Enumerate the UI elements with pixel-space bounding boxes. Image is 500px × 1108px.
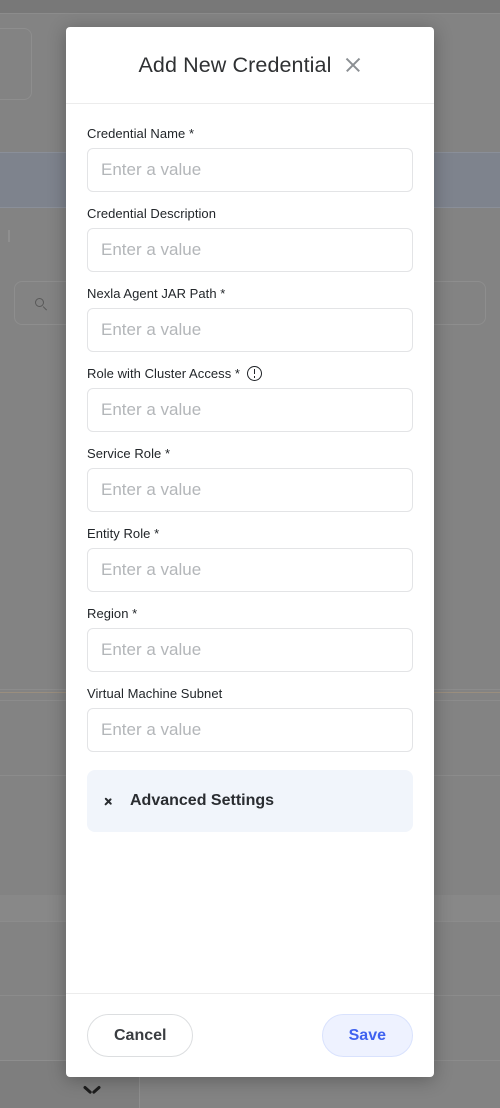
label-text: Entity Role *	[87, 526, 160, 541]
form-field-region: Region *	[87, 606, 413, 672]
dialog-footer: Cancel Save	[66, 993, 434, 1077]
label-role-with-cluster-access: Role with Cluster Access *	[87, 366, 413, 381]
advanced-settings-toggle[interactable]: Advanced Settings	[87, 770, 413, 832]
input-entity-role[interactable]	[87, 548, 413, 592]
form-field-credential-description: Credential Description	[87, 206, 413, 272]
input-nexla-agent-jar-path[interactable]	[87, 308, 413, 352]
background-panel-card	[0, 28, 32, 100]
chevron-right-icon	[105, 794, 114, 809]
label-text: Nexla Agent JAR Path *	[87, 286, 226, 301]
label-credential-name: Credential Name *	[87, 126, 413, 141]
chevron-down-icon	[84, 1085, 100, 1094]
background-topbar	[0, 0, 500, 14]
search-icon	[35, 298, 48, 311]
form-field-role-with-cluster-access: Role with Cluster Access *	[87, 366, 413, 432]
label-text: Service Role *	[87, 446, 171, 461]
form-field-entity-role: Entity Role *	[87, 526, 413, 592]
info-icon[interactable]	[247, 366, 263, 381]
label-text: Virtual Machine Subnet	[87, 686, 223, 701]
save-button[interactable]: Save	[321, 1014, 413, 1057]
label-text: Credential Name *	[87, 126, 195, 141]
label-text: Region *	[87, 606, 138, 621]
dialog-header: Add New Credential	[66, 27, 434, 104]
dialog-title: Add New Credential	[138, 52, 332, 77]
input-virtual-machine-subnet[interactable]	[87, 708, 413, 752]
label-text: Role with Cluster Access *	[87, 366, 241, 381]
form-field-virtual-machine-subnet: Virtual Machine Subnet	[87, 686, 413, 752]
label-region: Region *	[87, 606, 413, 621]
input-region[interactable]	[87, 628, 413, 672]
add-credential-dialog: Add New Credential Credential Name *Cred…	[66, 27, 434, 1077]
cancel-button[interactable]: Cancel	[87, 1014, 194, 1057]
input-credential-description[interactable]	[87, 228, 413, 272]
close-icon[interactable]	[344, 56, 362, 74]
input-credential-name[interactable]	[87, 148, 413, 192]
label-nexla-agent-jar-path: Nexla Agent JAR Path *	[87, 286, 413, 301]
form-field-credential-name: Credential Name *	[87, 126, 413, 192]
label-virtual-machine-subnet: Virtual Machine Subnet	[87, 686, 413, 701]
label-credential-description: Credential Description	[87, 206, 413, 221]
label-text: Credential Description	[87, 206, 216, 221]
dialog-body: Credential Name * Credential Description N…	[66, 104, 434, 993]
label-service-role: Service Role *	[87, 446, 413, 461]
label-entity-role: Entity Role *	[87, 526, 413, 541]
input-service-role[interactable]	[87, 468, 413, 512]
form-field-nexla-agent-jar-path: Nexla Agent JAR Path *	[87, 286, 413, 352]
input-role-with-cluster-access[interactable]	[87, 388, 413, 432]
form-field-service-role: Service Role *	[87, 446, 413, 512]
background-tickmark	[8, 230, 10, 242]
advanced-settings-label: Advanced Settings	[130, 792, 275, 809]
